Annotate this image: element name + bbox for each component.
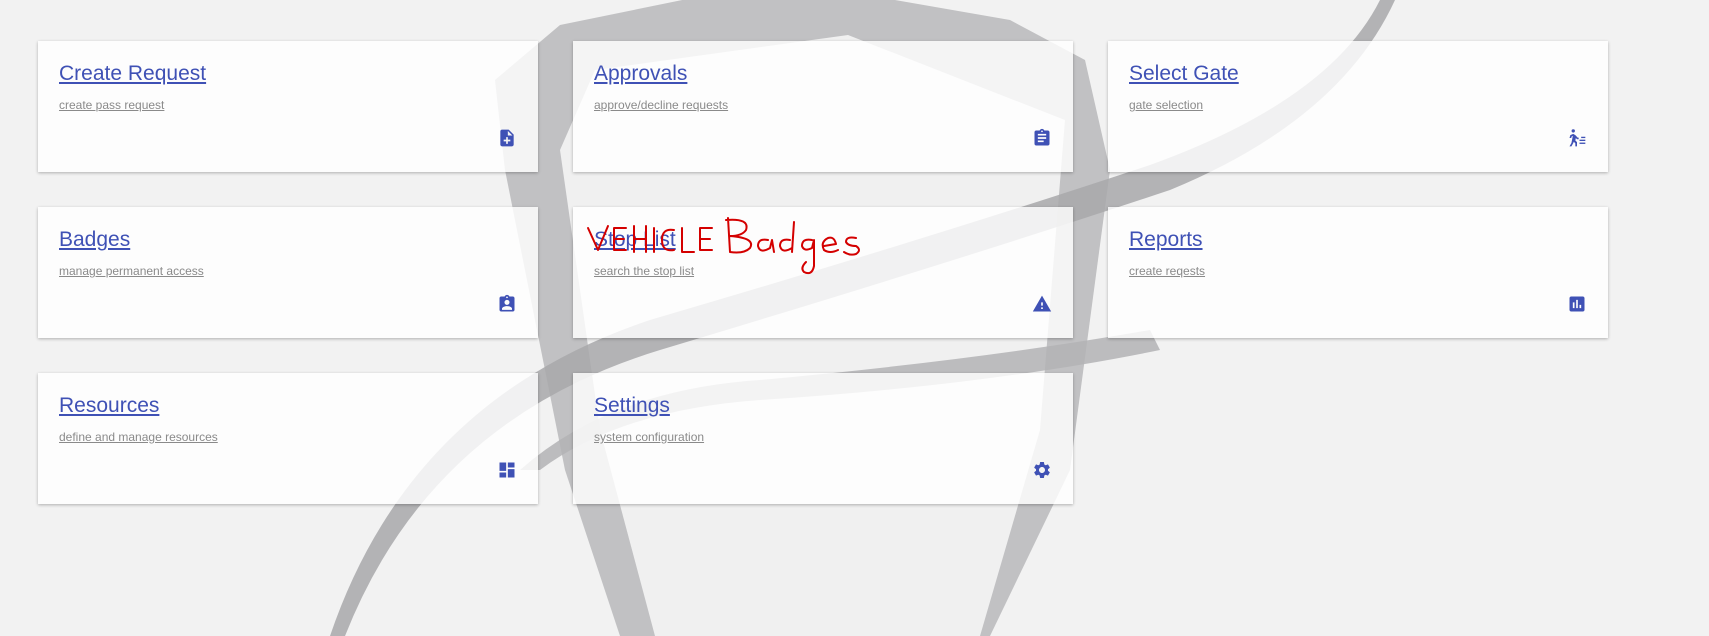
card-approvals[interactable]: Approvals approve/decline requests [573,41,1073,172]
file-plus-icon [497,128,517,148]
card-subtitle[interactable]: create pass request [59,98,164,112]
card-subtitle[interactable]: create reqests [1129,264,1205,278]
dashboard-icon [497,460,517,480]
dashboard: Create Request create pass request Appro… [0,0,1709,636]
card-select-gate[interactable]: Select Gate gate selection [1108,41,1608,172]
card-title[interactable]: Select Gate [1129,62,1239,86]
card-title[interactable]: Create Request [59,62,206,86]
card-title[interactable]: Resources [59,394,159,418]
warning-icon [1032,294,1052,314]
card-subtitle[interactable]: system configuration [594,430,704,444]
badge-icon [497,294,517,314]
card-resources[interactable]: Resources define and manage resources [38,373,538,504]
card-badges[interactable]: Badges manage permanent access [38,207,538,338]
card-reports[interactable]: Reports create reqests [1108,207,1608,338]
gear-icon [1032,460,1052,480]
card-settings[interactable]: Settings system configuration [573,373,1073,504]
card-title[interactable]: Settings [594,394,670,418]
card-title[interactable]: Approvals [594,62,687,86]
card-title[interactable]: Badges [59,228,130,252]
clipboard-icon [1032,128,1052,148]
person-walking-gate-icon [1567,128,1587,148]
card-subtitle[interactable]: gate selection [1129,98,1203,112]
card-stop-list[interactable]: Stop List search the stop list [573,207,1073,338]
card-subtitle[interactable]: manage permanent access [59,264,204,278]
card-create-request[interactable]: Create Request create pass request [38,41,538,172]
card-title[interactable]: Reports [1129,228,1203,252]
bar-chart-icon [1567,294,1587,314]
card-subtitle[interactable]: approve/decline requests [594,98,728,112]
card-title[interactable]: Stop List [594,228,676,252]
card-subtitle[interactable]: search the stop list [594,264,694,278]
card-subtitle[interactable]: define and manage resources [59,430,218,444]
